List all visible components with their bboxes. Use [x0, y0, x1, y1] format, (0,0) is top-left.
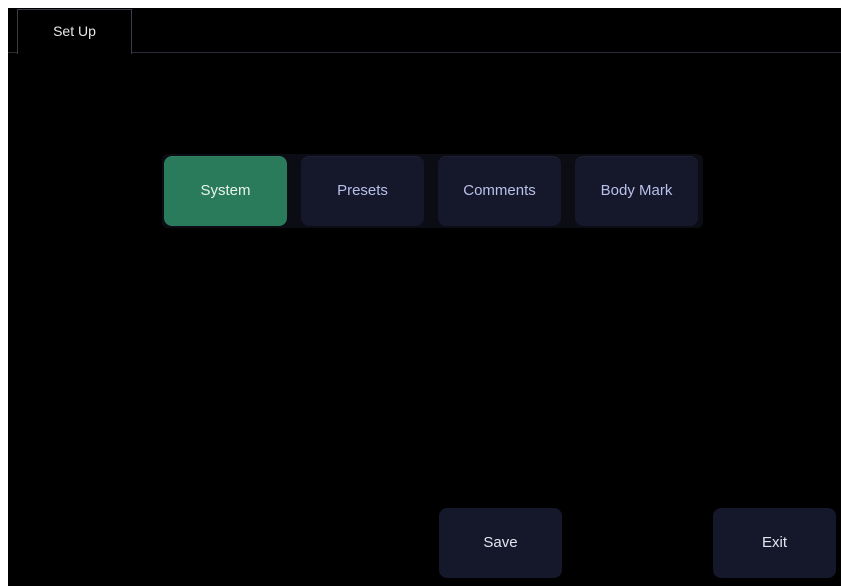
tab-set-up[interactable]: Set Up [17, 9, 132, 54]
save-button[interactable]: Save [439, 508, 562, 578]
presets-button[interactable]: Presets [301, 156, 424, 226]
tab-bar: Set Up [8, 8, 841, 54]
setup-screen: Set Up System Presets Comments Body Mark… [8, 8, 841, 586]
setup-menu: System Presets Comments Body Mark [162, 154, 703, 228]
system-button[interactable]: System [164, 156, 287, 226]
body-mark-button[interactable]: Body Mark [575, 156, 698, 226]
exit-button[interactable]: Exit [713, 508, 836, 578]
comments-button[interactable]: Comments [438, 156, 561, 226]
